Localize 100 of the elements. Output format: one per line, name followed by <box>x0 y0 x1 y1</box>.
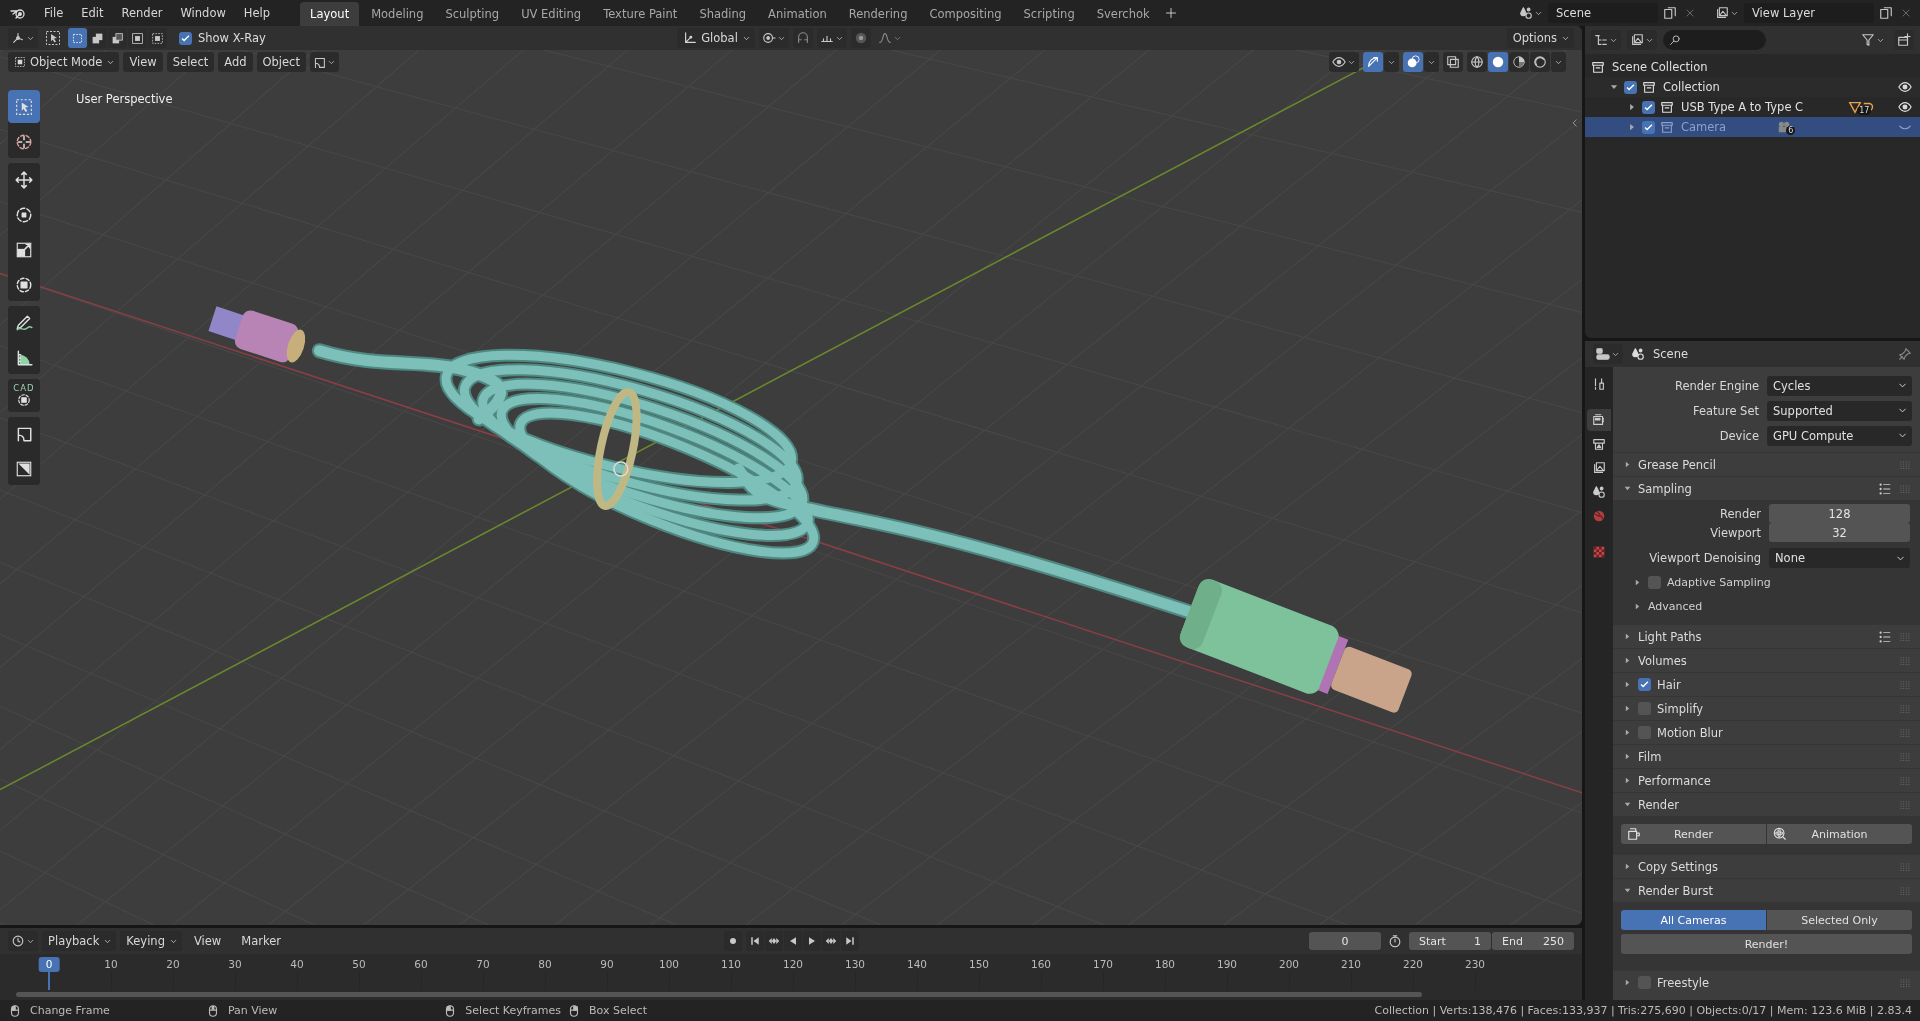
scene-statistics: Collection | Verts:138,476 | Faces:133,937 | Tris:275,690 | Objects:0/17 | Mem: 123.6 MiB | 2.83.4 <box>1374 1004 1912 1017</box>
orientation-dropdown[interactable]: Global <box>677 28 755 48</box>
frame-number: 30 <box>228 958 242 970</box>
frame-number: 220 <box>1403 958 1423 970</box>
properties-title: Scene <box>1653 347 1690 361</box>
field-label: Feature Set <box>1693 403 1759 418</box>
outliner-item-label[interactable]: Collection <box>1663 80 1720 94</box>
segment-option[interactable]: Selected Only <box>1767 910 1912 930</box>
frame-number: 10 <box>104 958 118 970</box>
panel-title[interactable]: Freestyle <box>1657 975 1892 990</box>
frame-number: 90 <box>600 958 614 970</box>
workspace-tab[interactable]: Rendering <box>838 2 918 26</box>
number-field[interactable]: 128 <box>1769 504 1910 523</box>
menu-item[interactable]: View <box>185 931 230 951</box>
menu-item[interactable]: View <box>123 52 163 72</box>
panel-title[interactable]: Simplify <box>1657 701 1892 716</box>
current-frame-marker[interactable]: 0 <box>38 957 60 972</box>
menu-item[interactable]: Help <box>235 3 279 23</box>
field-label: Device <box>1719 428 1759 443</box>
status-hint: Box Select <box>589 1004 647 1017</box>
frame-number: 140 <box>907 958 927 970</box>
outliner-row[interactable]: Camera 6 <box>1585 117 1920 137</box>
workspace-tab[interactable]: Sculpting <box>435 2 510 26</box>
workspace-tab[interactable]: Texture Paint <box>593 2 688 26</box>
field-label: Render Engine <box>1675 378 1759 393</box>
end-frame-field[interactable]: End 250 <box>1492 932 1574 950</box>
menu-dropdown[interactable]: Keying <box>120 931 182 951</box>
frame-number: 50 <box>352 958 366 970</box>
frame-number: 70 <box>476 958 490 970</box>
workspace-tab[interactable]: Layout <box>300 2 360 26</box>
field-label: Viewport <box>1710 525 1761 540</box>
render-button[interactable]: Render <box>1621 824 1766 844</box>
frame-number: 160 <box>1031 958 1051 970</box>
panel-title[interactable]: Grease Pencil <box>1638 457 1892 472</box>
field-label: Render <box>1720 506 1761 521</box>
dropdown[interactable]: Supported <box>1767 400 1912 421</box>
panel-title[interactable]: Render <box>1638 797 1892 812</box>
mode-dropdown[interactable]: Object Mode <box>8 52 120 72</box>
outliner-row[interactable]: USB Type A to Type C 17 <box>1585 97 1920 117</box>
frame-number: 150 <box>969 958 989 970</box>
current-frame-field[interactable]: 0 <box>1309 932 1381 950</box>
outliner-item-label[interactable]: Scene Collection <box>1612 60 1708 74</box>
menu-item[interactable]: Add <box>218 52 253 72</box>
panel-title[interactable]: Copy Settings <box>1638 859 1892 874</box>
status-hint: Pan View <box>227 1004 278 1017</box>
panel-title[interactable]: Hair <box>1657 677 1892 692</box>
dropdown[interactable]: GPU Compute <box>1767 425 1912 446</box>
dropdown[interactable]: Cycles <box>1767 375 1912 396</box>
status-hint: Select Keyframes <box>465 1004 562 1017</box>
menu-item[interactable]: Window <box>172 3 234 23</box>
panel-title[interactable]: Motion Blur <box>1657 725 1892 740</box>
workspace-tab[interactable]: Animation <box>758 2 837 26</box>
menu-item[interactable]: File <box>36 3 72 23</box>
menu-item[interactable]: Select <box>166 52 215 72</box>
frame-number: 60 <box>414 958 428 970</box>
frame-number: 40 <box>290 958 304 970</box>
cad-tool-button[interactable]: CAD <box>8 379 40 412</box>
subpanel-title[interactable]: Advanced <box>1648 599 1703 613</box>
frame-number: 190 <box>1217 958 1237 970</box>
frame-number: 210 <box>1341 958 1361 970</box>
panel-title[interactable]: Sampling <box>1638 481 1872 496</box>
menu-item[interactable]: Object <box>256 52 306 72</box>
workspace-tab[interactable]: Shading <box>689 2 757 26</box>
outliner-item-label[interactable]: USB Type A to Type C <box>1681 100 1804 114</box>
panel-title[interactable]: Light Paths <box>1638 629 1872 644</box>
frame-number: 110 <box>721 958 741 970</box>
field-label: Viewport Denoising <box>1649 551 1761 565</box>
render-button[interactable]: Render! <box>1621 934 1912 954</box>
menu-item[interactable]: Render <box>113 3 171 23</box>
workspace-tab[interactable]: Compositing <box>919 2 1012 26</box>
number-field[interactable]: 32 <box>1769 523 1910 542</box>
frame-number: 230 <box>1465 958 1485 970</box>
workspace-tab[interactable]: Sverchok <box>1086 2 1160 26</box>
panel-title[interactable]: Film <box>1638 749 1892 764</box>
menu-item[interactable]: Edit <box>73 3 112 23</box>
frame-number: 180 <box>1155 958 1175 970</box>
frame-number: 20 <box>166 958 180 970</box>
workspace-tab[interactable]: Modeling <box>361 2 434 26</box>
options-dropdown[interactable]: Options <box>1506 28 1574 48</box>
animation-button[interactable]: Animation <box>1767 824 1912 844</box>
frame-number: 120 <box>783 958 803 970</box>
start-frame-field[interactable]: Start 1 <box>1409 932 1491 950</box>
dropdown[interactable]: None <box>1769 548 1910 568</box>
frame-number: 130 <box>845 958 865 970</box>
segment-option[interactable]: All Cameras <box>1621 910 1766 930</box>
workspace-tab[interactable]: UV Editing <box>511 2 592 26</box>
menu-item[interactable]: Marker <box>233 931 289 951</box>
view-layer-field[interactable]: View Layer <box>1744 3 1874 23</box>
frame-number: 100 <box>659 958 679 970</box>
subpanel-title[interactable]: Adaptive Sampling <box>1667 575 1771 589</box>
menu-dropdown[interactable]: Playback <box>42 931 117 951</box>
panel-title[interactable]: Volumes <box>1638 653 1892 668</box>
workspace-tab[interactable]: Scripting <box>1013 2 1085 26</box>
frame-number: 170 <box>1093 958 1113 970</box>
scene-name-field[interactable]: Scene <box>1548 3 1658 23</box>
show-xray-checkbox[interactable]: Show X-Ray <box>179 31 266 45</box>
frame-number: 200 <box>1279 958 1299 970</box>
object-count-badge: 17 <box>1848 100 1877 114</box>
panel-title[interactable]: Render Burst <box>1638 883 1892 898</box>
panel-title[interactable]: Performance <box>1638 773 1892 788</box>
